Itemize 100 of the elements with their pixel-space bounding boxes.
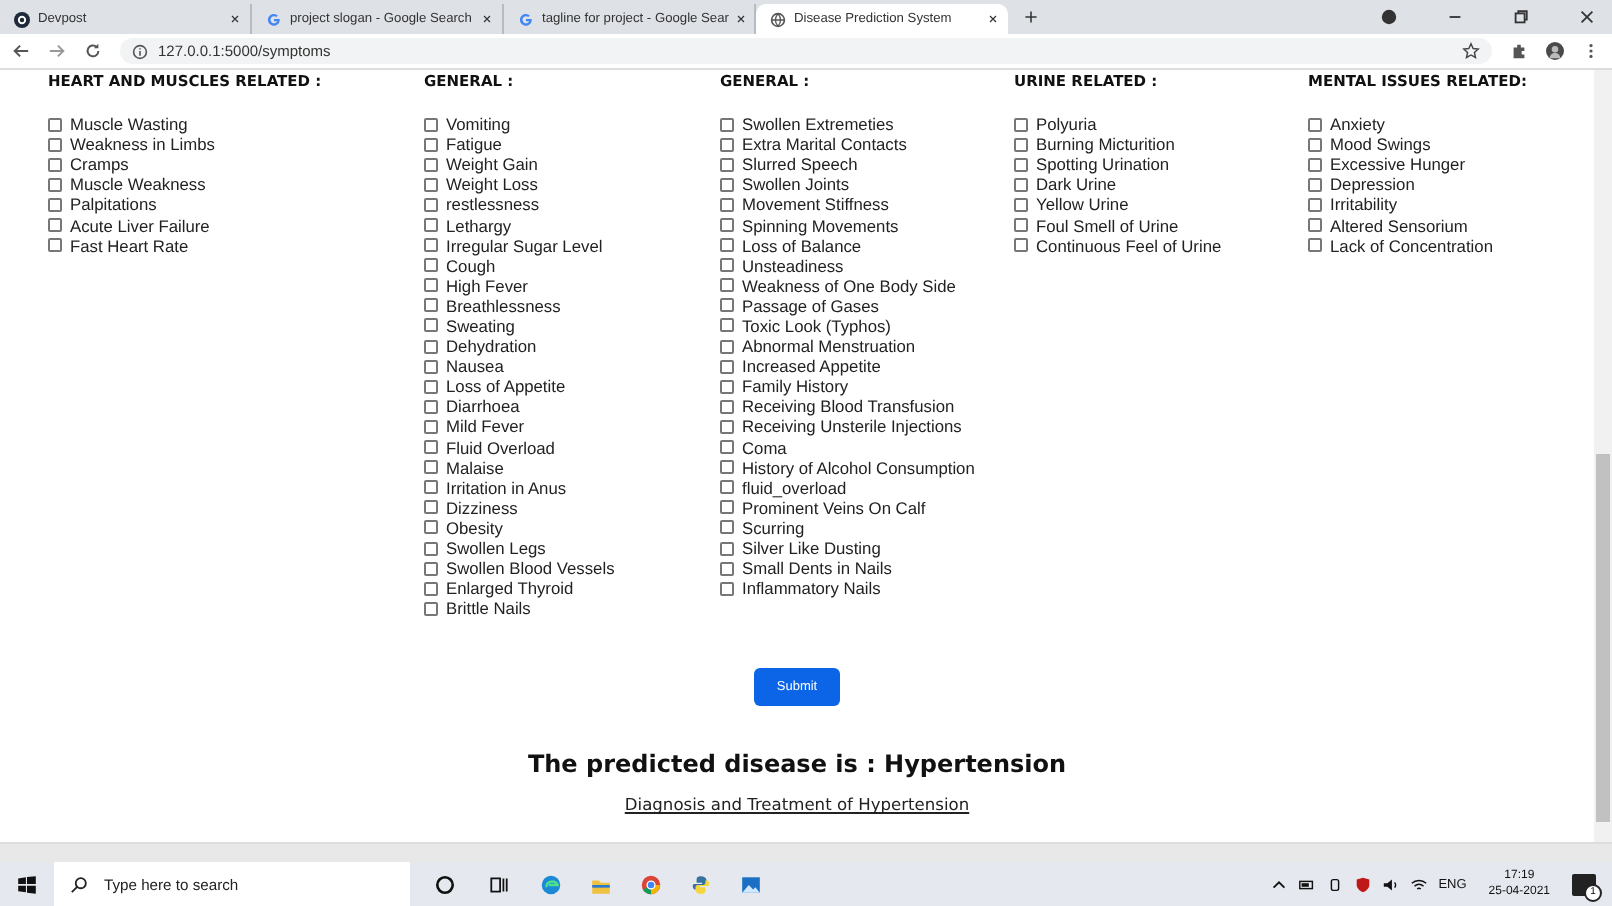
checkbox-label[interactable]: Nausea: [446, 356, 504, 377]
checkbox-label[interactable]: Abnormal Menstruation: [742, 336, 916, 357]
checkbox[interactable]: [720, 359, 734, 374]
checkbox[interactable]: [1308, 238, 1322, 253]
checkbox-label[interactable]: Cough: [446, 255, 496, 276]
checkbox-label[interactable]: Dark Urine: [1036, 174, 1117, 195]
checkbox[interactable]: [720, 238, 734, 253]
checkbox-label[interactable]: Yellow Urine: [1036, 194, 1129, 215]
checkbox-label[interactable]: Swollen Extremeties: [742, 114, 894, 135]
checkbox[interactable]: [720, 399, 734, 414]
vertical-scrollbar[interactable]: [1594, 70, 1612, 842]
checkbox-label[interactable]: Mild Fever: [446, 416, 525, 437]
checkbox-label[interactable]: Receiving Unsterile Injections: [742, 416, 962, 437]
checkbox-label[interactable]: Slurred Speech: [742, 154, 858, 175]
checkbox[interactable]: [1014, 177, 1028, 192]
checkbox-label[interactable]: Excessive Hunger: [1330, 154, 1465, 175]
task-view-icon[interactable]: [488, 873, 510, 895]
horizontal-scrollbar[interactable]: [0, 842, 1612, 862]
windows-logo-icon[interactable]: [16, 873, 38, 895]
star-icon[interactable]: [1462, 42, 1480, 60]
checkbox[interactable]: [720, 460, 734, 475]
checkbox-label[interactable]: Spinning Movements: [742, 215, 899, 236]
checkbox[interactable]: [1308, 117, 1322, 132]
checkbox[interactable]: [720, 278, 734, 293]
checkbox[interactable]: [424, 318, 438, 333]
checkbox-label[interactable]: Palpitations: [70, 194, 157, 215]
close-icon[interactable]: [482, 14, 492, 24]
checkbox[interactable]: [48, 238, 62, 253]
checkbox[interactable]: [1014, 117, 1028, 132]
checkbox[interactable]: [720, 157, 734, 172]
close-icon[interactable]: [988, 14, 998, 24]
checkbox[interactable]: [720, 541, 734, 556]
checkbox-label[interactable]: Burning Micturition: [1036, 134, 1175, 155]
checkbox[interactable]: [720, 117, 734, 132]
checkbox[interactable]: [1014, 197, 1028, 212]
checkbox[interactable]: [720, 218, 734, 233]
checkbox[interactable]: [424, 399, 438, 414]
usb-icon[interactable]: [1326, 875, 1345, 893]
checkbox[interactable]: [720, 419, 734, 434]
checkbox-label[interactable]: restlessness: [446, 194, 540, 215]
checkbox-label[interactable]: Obesity: [446, 517, 503, 538]
checkbox-label[interactable]: Anxiety: [1330, 114, 1385, 135]
checkbox[interactable]: [1308, 197, 1322, 212]
checkbox-label[interactable]: Fatigue: [446, 134, 502, 155]
checkbox[interactable]: [720, 581, 734, 596]
checkbox-label[interactable]: Small Dents in Nails: [742, 558, 892, 579]
checkbox[interactable]: [720, 500, 734, 515]
checkbox[interactable]: [48, 117, 62, 132]
close-icon[interactable]: [1578, 8, 1596, 26]
python-logo-icon[interactable]: [690, 873, 712, 895]
checkbox[interactable]: [720, 298, 734, 313]
checkbox-label[interactable]: fluid_overload: [742, 477, 847, 498]
checkbox[interactable]: [424, 157, 438, 172]
plus-icon[interactable]: [1024, 10, 1038, 24]
checkbox-label[interactable]: High Fever: [446, 275, 528, 296]
checkbox-label[interactable]: Acute Liver Failure: [70, 215, 210, 236]
wifi-icon[interactable]: [1410, 875, 1429, 893]
checkbox[interactable]: [424, 419, 438, 434]
checkbox-label[interactable]: Swollen Legs: [446, 538, 546, 559]
close-icon[interactable]: [230, 14, 240, 24]
checkbox[interactable]: [1308, 177, 1322, 192]
checkbox-label[interactable]: Muscle Wasting: [70, 114, 188, 135]
checkbox-label[interactable]: Lethargy: [446, 215, 512, 236]
checkbox[interactable]: [424, 601, 438, 616]
checkbox-label[interactable]: Lack of Concentration: [1330, 235, 1493, 256]
checkbox[interactable]: [720, 137, 734, 152]
checkbox-label[interactable]: Irregular Sugar Level: [446, 235, 603, 256]
checkbox-label[interactable]: Polyuria: [1036, 114, 1097, 135]
checkbox-label[interactable]: Sweating: [446, 315, 515, 336]
checkbox[interactable]: [720, 318, 734, 333]
checkbox[interactable]: [1308, 137, 1322, 152]
checkbox-label[interactable]: Dehydration: [446, 336, 537, 357]
checkbox-label[interactable]: Swollen Blood Vessels: [446, 558, 615, 579]
checkbox[interactable]: [720, 258, 734, 273]
checkbox[interactable]: [424, 218, 438, 233]
checkbox[interactable]: [424, 298, 438, 313]
checkbox[interactable]: [424, 238, 438, 253]
checkbox-label[interactable]: Foul Smell of Urine: [1036, 215, 1179, 236]
back-arrow-icon[interactable]: [12, 42, 30, 60]
checkbox-label[interactable]: Weakness in Limbs: [70, 134, 215, 155]
checkbox[interactable]: [48, 218, 62, 233]
photos-icon[interactable]: [740, 873, 762, 895]
checkbox-label[interactable]: Fluid Overload: [446, 437, 555, 458]
checkbox[interactable]: [720, 561, 734, 576]
checkbox-label[interactable]: Cramps: [70, 154, 129, 175]
checkbox-label[interactable]: Altered Sensorium: [1330, 215, 1468, 236]
checkbox[interactable]: [720, 440, 734, 455]
checkbox-label[interactable]: Loss of Appetite: [446, 376, 566, 397]
checkbox[interactable]: [424, 278, 438, 293]
checkbox[interactable]: [720, 197, 734, 212]
checkbox-label[interactable]: Muscle Weakness: [70, 174, 206, 195]
checkbox-label[interactable]: Diarrhoea: [446, 396, 520, 417]
checkbox-label[interactable]: Passage of Gases: [742, 295, 879, 316]
checkbox-label[interactable]: Dizziness: [446, 497, 518, 518]
checkbox-label[interactable]: Fast Heart Rate: [70, 235, 189, 256]
speaker-icon[interactable]: [1382, 875, 1401, 893]
checkbox-label[interactable]: Toxic Look (Typhos): [742, 315, 891, 336]
checkbox-label[interactable]: Breathlessness: [446, 295, 561, 316]
close-icon[interactable]: [736, 14, 747, 24]
checkbox-label[interactable]: Spotting Urination: [1036, 154, 1170, 175]
